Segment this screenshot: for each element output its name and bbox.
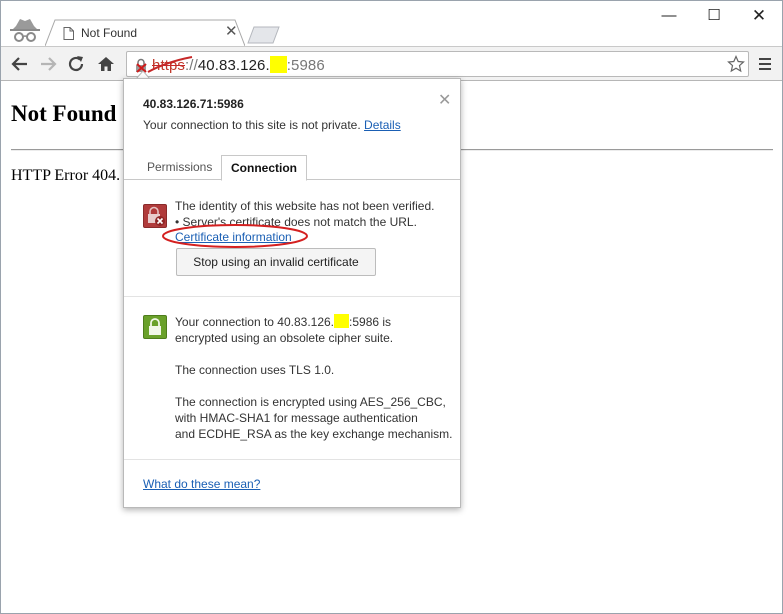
- page-icon: [63, 27, 74, 40]
- details-link[interactable]: Details: [364, 118, 401, 132]
- browser-toolbar: https://40.83.126.:5986: [1, 46, 782, 81]
- connection-text: Your connection to 40.83.126. :5986 is en…: [175, 314, 452, 442]
- section-divider: [124, 459, 460, 460]
- cipher-line-3: and ECDHE_RSA as the key exchange mechan…: [175, 427, 453, 441]
- page-error-text: HTTP Error 404.: [11, 167, 121, 184]
- tab-title: Not Found: [81, 26, 138, 40]
- url-host: 40.83.126.: [197, 57, 270, 74]
- page-heading: Not Found: [11, 101, 117, 126]
- address-bar[interactable]: https://40.83.126.:5986: [126, 51, 749, 77]
- maximize-button[interactable]: ☐: [699, 5, 729, 27]
- connection-line-2: encrypted using an obsolete cipher suite…: [175, 331, 394, 345]
- browser-window: Not Found ✕ — ☐ ✕ https://40.83.126.:59…: [0, 0, 783, 614]
- home-icon[interactable]: [95, 53, 117, 75]
- strike-annotation: [147, 56, 193, 73]
- url-port: :5986: [286, 57, 325, 74]
- back-arrow-icon[interactable]: [9, 53, 31, 75]
- stop-using-invalid-certificate-button[interactable]: Stop using an invalid certificate: [176, 248, 376, 276]
- forward-arrow-icon[interactable]: [37, 53, 59, 75]
- new-tab-button[interactable]: [246, 26, 282, 44]
- popup-subtitle: Your connection to this site is not priv…: [143, 118, 401, 132]
- minimize-button[interactable]: —: [654, 5, 684, 27]
- connection-line-1-suffix: :5986 is: [349, 315, 392, 329]
- tab-permissions[interactable]: Permissions: [138, 155, 221, 180]
- site-info-popup: 40.83.126.71:5986 ✕ Your connection to t…: [123, 78, 461, 508]
- bookmark-star-icon[interactable]: [727, 55, 745, 73]
- incognito-icon: [8, 16, 42, 46]
- close-window-button[interactable]: ✕: [744, 5, 774, 27]
- privacy-warning-text: Your connection to this site is not priv…: [143, 118, 361, 132]
- what-do-these-mean-link[interactable]: What do these mean?: [143, 477, 260, 491]
- identity-line-1: The identity of this website has not bee…: [175, 199, 435, 213]
- popup-tabs: Permissions Connection: [124, 155, 460, 181]
- lock-icon: [143, 315, 167, 339]
- popup-host: 40.83.126.71:5986: [143, 97, 244, 111]
- redaction-mark: [334, 314, 350, 328]
- title-bar: Not Found ✕ — ☐ ✕: [1, 1, 782, 46]
- tab-connection[interactable]: Connection: [221, 155, 307, 181]
- popup-close-icon[interactable]: ✕: [438, 93, 451, 109]
- redaction-mark: [269, 56, 287, 73]
- cipher-line-2: with HMAC-SHA1 for message authenticatio…: [175, 411, 418, 425]
- tab-not-found[interactable]: Not Found ✕: [45, 19, 245, 46]
- connection-line-1: Your connection to 40.83.126. :5986 is: [175, 314, 452, 330]
- circle-annotation: [162, 224, 308, 248]
- section-divider: [124, 296, 460, 297]
- connection-line-1-prefix: Your connection to 40.83.126.: [175, 315, 335, 329]
- tab-close-icon[interactable]: ✕: [225, 24, 238, 39]
- menu-icon[interactable]: [758, 56, 772, 72]
- reload-icon[interactable]: [65, 53, 87, 75]
- tls-version-text: The connection uses TLS 1.0.: [175, 363, 335, 377]
- cipher-line-1: The connection is encrypted using AES_25…: [175, 395, 446, 409]
